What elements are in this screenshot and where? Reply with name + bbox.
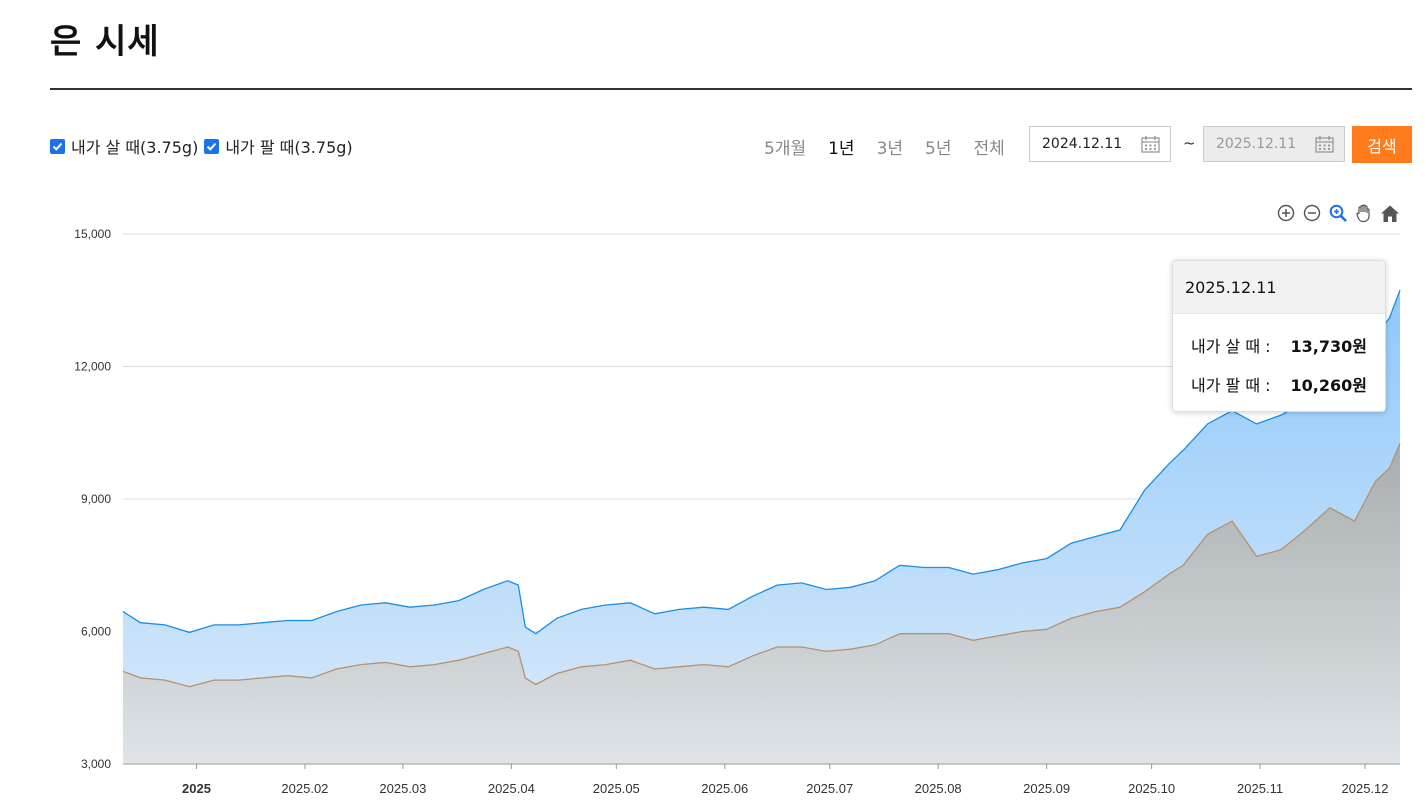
x-tick-label: 2025 [182,781,211,796]
tooltip-buy-label: 내가 살 때 : [1191,337,1271,356]
data-tooltip: 2025.12.11 내가 살 때 : 13,730원 내가 팔 때 : 10,… [1172,260,1386,412]
tooltip-sell-label: 내가 팔 때 : [1191,376,1271,395]
y-tick-label: 3,000 [81,757,111,771]
x-tick-label: 2025.07 [806,781,853,796]
x-tick-label: 2025.09 [1023,781,1070,796]
x-tick-label: 2025.12 [1342,781,1389,796]
y-tick-label: 12,000 [74,360,111,374]
tooltip-buy-value: 13,730원 [1290,337,1367,356]
y-tick-label: 9,000 [81,492,111,506]
x-tick-label: 2025.03 [379,781,426,796]
x-tick-label: 2025.04 [488,781,535,796]
y-tick-label: 15,000 [74,227,111,241]
x-tick-label: 2025.08 [915,781,962,796]
x-tick-label: 2025.06 [701,781,748,796]
x-tick-label: 2025.05 [593,781,640,796]
tooltip-sell-value: 10,260원 [1290,376,1367,395]
x-tick-label: 2025.10 [1128,781,1175,796]
x-tick-label: 2025.11 [1237,781,1283,796]
tooltip-date: 2025.12.11 [1173,261,1385,314]
tooltip-buy-row: 내가 살 때 : 13,730원 [1191,333,1367,357]
tooltip-sell-row: 내가 팔 때 : 10,260원 [1191,372,1367,396]
x-tick-label: 2025.02 [281,781,328,796]
y-tick-label: 6,000 [81,625,111,639]
